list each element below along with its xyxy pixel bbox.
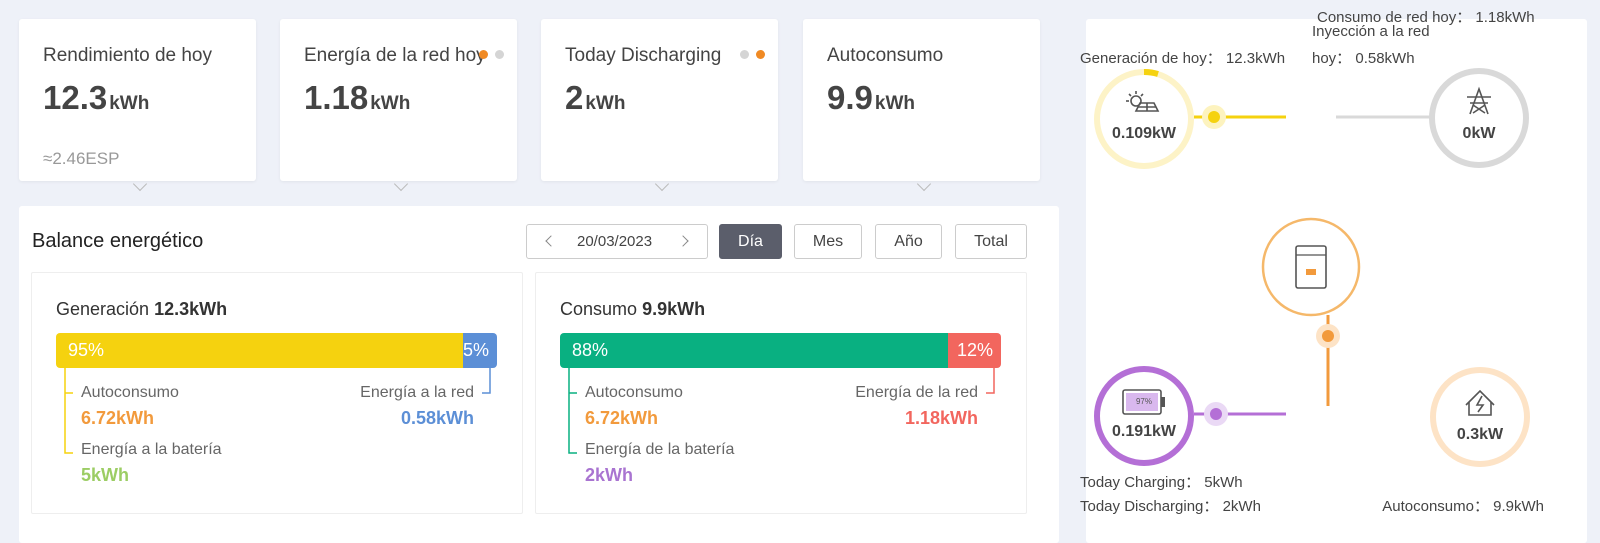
period-year-button[interactable]: Año (875, 224, 942, 259)
battery-node (1094, 366, 1194, 466)
battery-discharge-value: 2kWh (585, 465, 634, 485)
self-consumption-value: 6.72kWh (81, 408, 155, 428)
carousel-dot-active[interactable] (479, 50, 488, 59)
chevron-right-icon[interactable] (677, 235, 689, 247)
solar-node (1094, 69, 1194, 169)
carousel-dot-active[interactable] (756, 50, 765, 59)
panel-title: Balance energético (32, 230, 204, 252)
card-savings: ≈2.46ESP (43, 149, 120, 168)
card-title: Today Discharging (565, 45, 722, 66)
battery-charge-value: 5kWh (81, 465, 130, 485)
grid-export-label: Energía a la red (360, 384, 474, 401)
chevron-left-icon[interactable] (545, 235, 557, 247)
generation-panel: Generación 12.3kWh 95% 5% Autoconsumo 6.… (31, 272, 523, 514)
energy-balance-panel: Balance energético 20/03/2023 Día Mes Añ… (19, 206, 1059, 543)
power-flow-diagram (1094, 68, 1530, 467)
battery-charge-label: Energía a la batería (81, 441, 222, 458)
power-flow-panel: Consumo de red hoy： 1.18kWh Inyección a … (1080, 9, 1587, 543)
inverter-icon (1295, 245, 1327, 289)
grid-power-value: 0kW (1462, 125, 1496, 142)
card-self-consumption[interactable]: Autoconsumo 9.9 kWh (803, 19, 1040, 192)
chevron-down-icon[interactable] (916, 176, 932, 192)
grid-export-value: 0.58kWh (400, 408, 474, 428)
solar-power-value: 0.109kW (1111, 125, 1177, 142)
date-value: 20/03/2023 (577, 233, 653, 250)
battery-power-value: 0.191kW (1111, 423, 1177, 440)
card-value: 12.3 kWh (43, 79, 150, 116)
grid-import-value: 1.18kWh (904, 408, 978, 428)
home-node (1430, 367, 1530, 467)
card-value: 2 kWh (565, 79, 626, 116)
today-charging: Today Charging： 5kWh (1080, 474, 1243, 491)
chevron-down-icon[interactable] (393, 176, 409, 192)
today-discharging: Today Discharging： 2kWh (1080, 498, 1261, 515)
period-month-button[interactable]: Mes (794, 224, 862, 259)
date-picker[interactable]: 20/03/2023 (526, 224, 708, 259)
battery-discharge-label: Energía de la batería (585, 441, 735, 458)
consumption-panel: Consumo 9.9kWh 88% 12% Autoconsumo 6.72k… (535, 272, 1027, 514)
card-value: 1.18 kWh (304, 79, 411, 116)
period-day-button[interactable]: Día (719, 224, 782, 259)
card-value: 9.9 kWh (827, 79, 915, 116)
period-total-button[interactable]: Total (955, 224, 1027, 259)
carousel-dot[interactable] (740, 50, 749, 59)
card-today-yield[interactable]: Rendimiento de hoy 12.3 kWh ≈2.46ESP (19, 19, 256, 192)
battery-soc: 97% (1135, 397, 1152, 406)
card-title: Autoconsumo (827, 45, 944, 66)
carousel-dot[interactable] (495, 50, 504, 59)
self-consumption-label: Autoconsumo (81, 384, 179, 401)
grid-import-label: Energía de la red (855, 384, 978, 401)
chevron-down-icon[interactable] (132, 176, 148, 192)
self-consumption-value: 6.72kWh (585, 408, 659, 428)
card-grid-energy[interactable]: Energía de la red hoy 1.18 kWh (280, 19, 517, 192)
grid-node (1429, 68, 1529, 168)
self-consumption-total: Autoconsumo： 9.9kWh (1382, 498, 1544, 515)
card-title: Rendimiento de hoy (43, 45, 212, 66)
chevron-down-icon[interactable] (654, 176, 670, 192)
self-consumption-label: Autoconsumo (585, 384, 683, 401)
card-title: Energía de la red hoy (304, 45, 486, 66)
card-discharging[interactable]: Today Discharging 2 kWh (541, 19, 778, 192)
home-power-value: 0.3kW (1456, 426, 1504, 443)
